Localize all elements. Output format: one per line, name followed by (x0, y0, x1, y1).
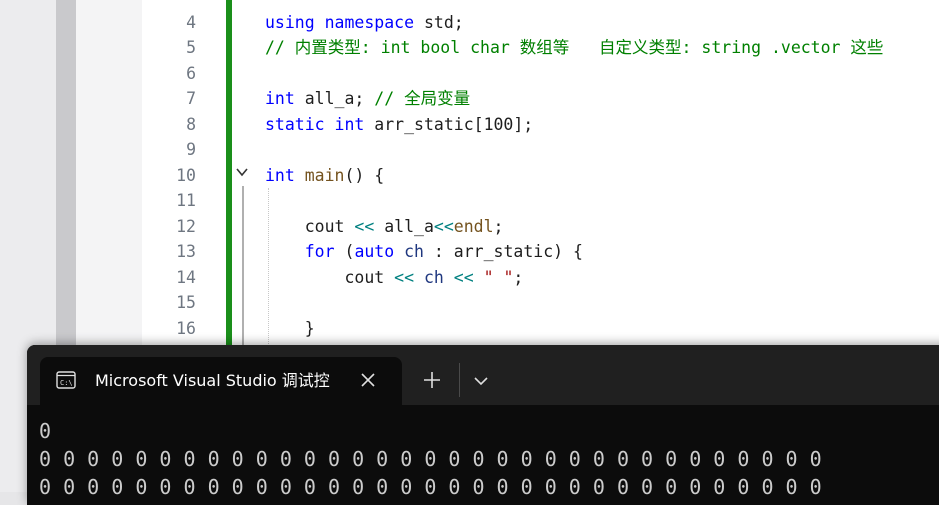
code-token: << (394, 267, 415, 287)
line-code: int main() { (265, 163, 384, 189)
code-token: ; (513, 267, 524, 287)
code-token: all_a (374, 216, 434, 236)
plus-icon[interactable] (421, 369, 443, 391)
code-token: << (453, 267, 474, 287)
code-line[interactable]: 7 int all_a; // 全局变量 (142, 86, 939, 112)
line-number: 7 (186, 89, 196, 108)
code-token: std; (423, 12, 464, 32)
line-code: // 内置类型: int bool char 数组等 自定义类型: string… (265, 35, 883, 61)
console-output-line: 0 0 0 0 0 0 0 0 0 0 0 0 0 0 0 0 0 0 0 0 … (39, 447, 822, 471)
code-line[interactable]: 14 cout << ch << " "; (142, 265, 939, 291)
code-token: " " (483, 267, 514, 287)
code-token: using (265, 12, 325, 32)
code-token: int (334, 114, 375, 134)
terminal-tab-title: Microsoft Visual Studio 调试控 (95, 371, 330, 390)
code-token: auto (354, 242, 405, 261)
code-line[interactable]: 6 (142, 61, 939, 87)
code-line[interactable]: 8 static int arr_static[100]; (142, 112, 939, 138)
line-code: } (265, 316, 315, 342)
code-line[interactable]: 5 // 内置类型: int bool char 数组等 自定义类型: strin… (142, 35, 939, 61)
line-number: 14 (176, 267, 196, 287)
chevron-down-icon[interactable] (471, 371, 491, 391)
code-token: : arr_static) { (423, 242, 583, 261)
code-token: () { (344, 165, 385, 185)
console-output-line: 0 (39, 419, 52, 443)
console-output-line: 0 0 0 0 0 0 0 0 0 0 0 0 0 0 0 0 0 0 0 0 … (39, 475, 822, 499)
line-code: int all_a; // 全局变量 (265, 86, 470, 112)
line-number: 9 (186, 140, 196, 159)
line-number: 12 (176, 216, 196, 236)
code-line[interactable]: 9 (142, 137, 939, 163)
code-line[interactable]: 11 (142, 188, 939, 214)
code-token: cout (265, 267, 395, 287)
code-line[interactable]: 12 cout << all_a<<endl; (142, 214, 939, 240)
code-token: int (265, 165, 305, 185)
code-token: endl (453, 216, 494, 236)
terminal-tab[interactable]: C:\ Microsoft Visual Studio 调试控 (40, 357, 402, 405)
code-line[interactable]: 4 using namespace std; (142, 10, 939, 36)
line-number: 8 (186, 114, 196, 134)
line-number: 6 (186, 63, 196, 83)
code-token: ch (404, 242, 424, 261)
code-token: cout (265, 216, 355, 236)
code-token: ; (493, 216, 504, 236)
line-number: 4 (186, 12, 196, 32)
close-icon[interactable] (358, 370, 378, 390)
line-code: for (auto ch : arr_static) { (265, 239, 583, 265)
line-code: using namespace std; (265, 10, 464, 36)
line-number: 16 (176, 318, 196, 338)
code-token: // 全局变量 (374, 89, 471, 108)
code-token: // 内置类型: int bool char 数组等 自定义类型: string… (265, 38, 884, 57)
code-token: namespace (324, 12, 424, 32)
console-window[interactable]: C:\ Microsoft Visual Studio 调试控 0 0 0 0 0… (27, 345, 939, 505)
code-token: ch (423, 267, 444, 287)
code-line[interactable]: 16 } (142, 316, 939, 342)
code-token: ( (344, 242, 355, 261)
code-token: all_a; (304, 89, 375, 108)
console-icon: C:\ (56, 371, 76, 389)
console-output: 0 0 0 0 0 0 0 0 0 0 0 0 0 0 0 0 0 0 0 0 0… (39, 417, 939, 501)
line-number: 13 (176, 242, 196, 261)
line-number: 11 (176, 191, 196, 210)
code-line[interactable]: 13 for (auto ch : arr_static) { (142, 239, 939, 265)
code-line[interactable]: 10 int main() { (142, 163, 939, 189)
line-number: 10 (176, 165, 196, 185)
line-number: 15 (176, 293, 196, 312)
code-token: main (304, 165, 345, 185)
code-token: for (304, 242, 345, 261)
line-code: cout << ch << " "; (265, 265, 523, 291)
tab-bar-divider (459, 363, 460, 397)
code-token: } (265, 318, 315, 338)
code-token: arr_static[100]; (374, 114, 534, 134)
line-number: 5 (186, 38, 196, 57)
code-token: << (433, 216, 454, 236)
terminal-tab-bar: C:\ Microsoft Visual Studio 调试控 (27, 345, 939, 405)
code-token: int (265, 89, 305, 108)
code-token: << (354, 216, 375, 236)
line-code: static int arr_static[100]; (265, 112, 533, 138)
svg-text:C:\: C:\ (60, 379, 73, 387)
code-line[interactable]: 15 (142, 290, 939, 316)
code-token: static (265, 114, 335, 134)
line-code: cout << all_a<<endl; (265, 214, 504, 240)
